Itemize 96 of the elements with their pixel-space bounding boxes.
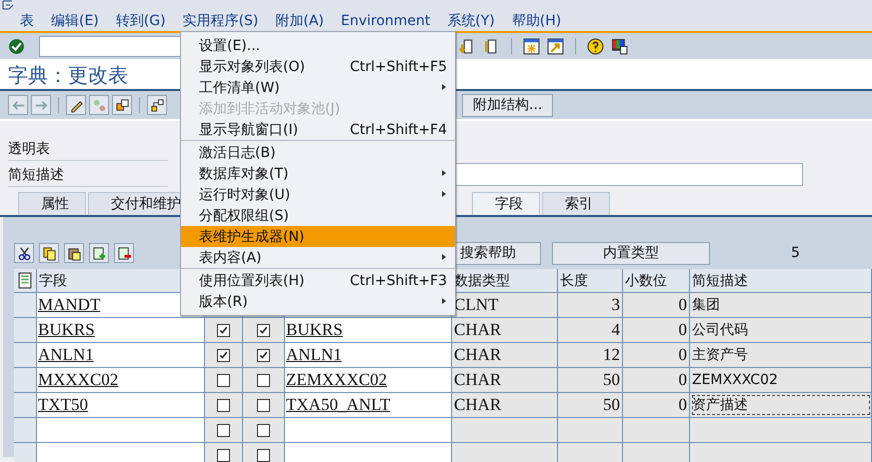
objects-icon[interactable] [112,95,132,115]
key-checkbox[interactable] [217,448,230,462]
menu-item[interactable]: 工作清单(W) [181,77,455,98]
column-header[interactable]: 简短描述 [690,269,872,292]
menu-item[interactable]: 实用程序(S) [182,12,258,30]
copy-icon[interactable] [39,243,59,263]
column-settings-icon[interactable] [16,272,34,289]
table-type-label: 透明表 [8,140,50,158]
initial-checkbox[interactable] [257,374,270,386]
menu-item[interactable]: 表维护生成器(N) [181,226,455,247]
screen-title: 字典：更改表 [8,62,128,88]
check-icon[interactable] [8,38,25,54]
initial-checkbox[interactable] [257,324,270,336]
data-element[interactable]: ZEMXXXC02 [285,368,452,392]
menu-item[interactable]: 附加(A) [275,12,324,30]
table-cell: CHAR [452,318,558,342]
submenu-arrow-icon [442,170,446,176]
command-field[interactable] [39,36,181,56]
data-element[interactable]: BUKRS [285,318,452,342]
shortcut-icon[interactable] [547,38,564,54]
table-cell: 0 [623,318,690,342]
field-name[interactable]: ANLN1 [37,343,205,367]
row-selector[interactable] [14,318,37,342]
menu-item[interactable]: 表内容(A) [181,247,455,269]
key-checkbox[interactable] [217,398,230,412]
field-name[interactable]: BUKRS [37,318,205,342]
menu-item[interactable]: 帮助(H) [512,12,562,30]
data-element[interactable]: ANLN1 [285,343,452,367]
tab[interactable]: 属性 [18,192,86,215]
table-cell: 公司代码 [690,318,872,342]
table-cell: 资产描述 [690,393,872,417]
initial-checkbox[interactable] [257,448,270,462]
paste-icon[interactable] [64,243,84,263]
table-cell: 0 [623,293,690,317]
monitor-icon[interactable] [611,38,628,54]
table-cell: CHAR [452,368,558,392]
submenu-arrow-icon [442,254,446,260]
menu-item[interactable]: 表 [20,12,34,30]
row-selector[interactable] [14,343,37,367]
menu-item[interactable]: 激活日志(B) [181,142,455,163]
menu-item[interactable]: 编辑(E) [51,12,99,30]
menu-item[interactable]: 显示对象列表(O) Ctrl+Shift+F5 [181,56,455,77]
submenu-arrow-icon [442,298,446,304]
key-checkbox[interactable] [217,324,230,336]
table-cell: 50 [558,368,623,392]
menu-item[interactable]: 数据库对象(T) [181,163,455,184]
submenu-arrow-icon [442,84,446,90]
column-header[interactable]: 小数位 [623,269,690,292]
menu-item[interactable]: 系统(Y) [447,12,495,30]
initial-checkbox[interactable] [257,424,270,436]
table-cell: 集团 [690,293,872,317]
builtin-type-button[interactable]: 内置类型 [552,242,710,264]
table-cell: 0 [623,368,690,392]
table-cell: CHAR [452,393,558,417]
table-cell [623,418,690,442]
table-cell [558,418,623,442]
field-count: 5 [791,245,800,261]
data-element[interactable]: TXA50_ANLT [285,393,452,417]
menu-item[interactable]: 转到(G) [116,12,166,30]
pencil-icon[interactable] [66,95,86,115]
append-structure-button[interactable]: 附加结构... [462,94,554,116]
tab[interactable]: 索引 [542,192,610,215]
new-window-icon[interactable] [523,38,540,54]
row-selector[interactable] [14,418,37,442]
description-input[interactable] [455,163,803,186]
table-cell: 0 [623,343,690,367]
field-name[interactable]: MXXXC02 [37,368,205,392]
menu-item[interactable]: Environment [340,12,430,28]
table-cell: ZEMXXXC02 [690,368,872,392]
description-label: 简短描述 [8,166,64,184]
table-cell: CHAR [452,343,558,367]
table-cell: 50 [558,393,623,417]
initial-checkbox[interactable] [257,398,270,412]
hierarchy-icon[interactable] [147,95,167,115]
insert-row-icon[interactable] [89,243,109,263]
table-cell: 3 [558,293,623,317]
key-checkbox[interactable] [217,424,230,436]
help-icon[interactable] [587,38,604,54]
delete-row-icon[interactable] [114,243,134,263]
menu-item[interactable]: 显示导航窗口(I) Ctrl+Shift+F4 [181,119,455,141]
table-cell: 0 [623,393,690,417]
row-selector[interactable] [14,443,37,462]
row-selector[interactable] [14,393,37,417]
table-cell: 4 [558,318,623,342]
table-cell: 主资产号 [690,343,872,367]
column-header[interactable]: 长度 [558,269,623,292]
row-selector[interactable] [14,368,37,392]
table-cell: 12 [558,343,623,367]
key-checkbox[interactable] [217,348,230,362]
window-icon[interactable] [2,0,14,10]
initial-checkbox[interactable] [257,348,270,362]
key-checkbox[interactable] [217,374,230,386]
submenu-arrow-icon [442,191,446,197]
scissors-icon[interactable] [14,243,34,263]
tab[interactable]: 字段 [472,192,540,215]
field-name[interactable]: TXT50 [37,393,205,417]
